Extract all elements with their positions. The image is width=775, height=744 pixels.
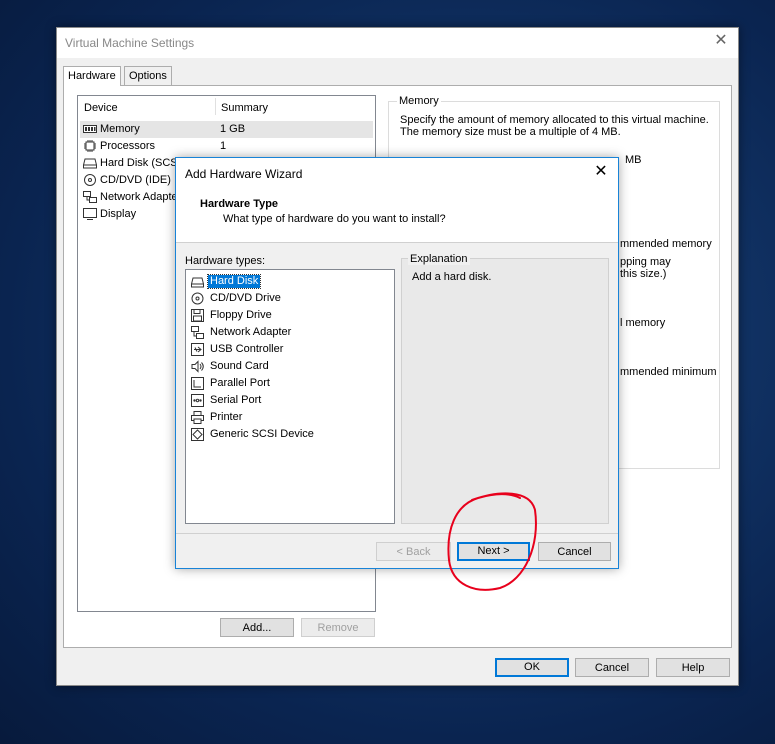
back-button[interactable]: < Back bbox=[376, 542, 451, 561]
device-column-header[interactable]: Device bbox=[84, 102, 118, 114]
memory-icon bbox=[83, 125, 97, 133]
hardware-type-label: Serial Port bbox=[210, 394, 262, 406]
sound-icon bbox=[191, 360, 204, 373]
device-name: Hard Disk (SCSI) bbox=[100, 157, 185, 169]
hardware-type-label: CD/DVD Drive bbox=[210, 292, 281, 304]
tab-hardware[interactable]: Hardware bbox=[63, 66, 121, 86]
title-bar: Virtual Machine Settings ✕ bbox=[57, 28, 738, 58]
device-name: Network Adapter bbox=[100, 191, 182, 203]
next-button[interactable]: Next > bbox=[457, 542, 530, 561]
cd-dvd-icon bbox=[84, 174, 96, 186]
wizard-title: Add Hardware Wizard bbox=[185, 167, 303, 181]
wizard-header-subtitle: What type of hardware do you want to ins… bbox=[223, 213, 446, 225]
wizard-cancel-button[interactable]: Cancel bbox=[538, 542, 611, 561]
guest-memory-label: l memory bbox=[620, 317, 666, 329]
floppy-icon bbox=[191, 309, 204, 322]
wizard-title-bar: Add Hardware Wizard ✕ bbox=[176, 158, 618, 189]
memory-description: Specify the amount of memory allocated t… bbox=[400, 114, 709, 138]
device-name: Processors bbox=[100, 140, 156, 152]
hardware-type-label: Hard Disk bbox=[206, 274, 262, 289]
ok-button[interactable]: OK bbox=[495, 658, 569, 677]
add-hardware-wizard: Add Hardware Wizard ✕ Hardware Type What… bbox=[175, 157, 619, 569]
device-name: CD/DVD (IDE) bbox=[100, 174, 171, 186]
wizard-footer-divider bbox=[176, 533, 618, 534]
memory-unit: MB bbox=[625, 154, 642, 166]
explanation-text: Add a hard disk. bbox=[412, 271, 492, 283]
cd-dvd-icon bbox=[191, 292, 204, 305]
explanation-group: Explanation Add a hard disk. bbox=[401, 253, 609, 524]
remove-button[interactable]: Remove bbox=[301, 618, 375, 637]
device-row-processors[interactable]: Processors 1 bbox=[80, 138, 373, 155]
printer-icon bbox=[191, 411, 204, 424]
summary-column-header[interactable]: Summary bbox=[221, 102, 268, 114]
parallel-port-icon bbox=[191, 377, 204, 390]
device-summary: 1 GB bbox=[220, 123, 246, 135]
hard-disk-icon bbox=[83, 158, 97, 169]
display-icon bbox=[83, 208, 97, 220]
tab-options[interactable]: Options bbox=[124, 66, 172, 85]
device-row-memory[interactable]: Memory 1 GB bbox=[80, 121, 373, 138]
swapping-note: pping may bbox=[620, 256, 671, 268]
close-icon[interactable]: ✕ bbox=[592, 163, 610, 181]
hardware-type-label: USB Controller bbox=[210, 343, 284, 355]
close-icon[interactable]: ✕ bbox=[712, 32, 730, 50]
window-title: Virtual Machine Settings bbox=[65, 36, 195, 50]
usb-icon bbox=[191, 343, 204, 356]
help-button[interactable]: Help bbox=[656, 658, 730, 677]
add-button[interactable]: Add... bbox=[220, 618, 294, 637]
scsi-icon bbox=[191, 428, 204, 441]
hardware-type-label: Printer bbox=[210, 411, 243, 423]
recommended-memory-label: mmended memory bbox=[620, 238, 712, 250]
device-name: Memory bbox=[100, 123, 140, 135]
device-summary: 1 bbox=[220, 140, 227, 152]
memory-group-label: Memory bbox=[397, 95, 441, 107]
serial-port-icon bbox=[191, 394, 204, 407]
wizard-header: Hardware Type What type of hardware do y… bbox=[176, 189, 618, 243]
explanation-label: Explanation bbox=[408, 253, 470, 265]
hardware-type-label: Floppy Drive bbox=[210, 309, 272, 321]
swapping-note-2: this size.) bbox=[620, 268, 667, 280]
hardware-type-label: Sound Card bbox=[210, 360, 269, 372]
network-adapter-icon bbox=[191, 326, 204, 339]
hardware-types-label: Hardware types: bbox=[185, 255, 266, 267]
device-name: Display bbox=[100, 208, 137, 220]
hardware-type-label: Parallel Port bbox=[210, 377, 270, 389]
hardware-types-list[interactable]: Hard Disk CD/DVD Drive Floppy Drive Netw… bbox=[185, 269, 395, 524]
hard-disk-icon bbox=[191, 277, 204, 288]
device-list-header: Device Summary bbox=[78, 96, 375, 116]
wizard-header-title: Hardware Type bbox=[200, 198, 279, 210]
hardware-type-label: Network Adapter bbox=[210, 326, 292, 338]
hardware-type-label: Generic SCSI Device bbox=[210, 428, 314, 440]
processor-icon bbox=[84, 140, 96, 152]
cancel-button[interactable]: Cancel bbox=[575, 658, 649, 677]
network-adapter-icon bbox=[83, 191, 97, 203]
recommended-minimum-label: mmended minimum bbox=[620, 366, 717, 378]
